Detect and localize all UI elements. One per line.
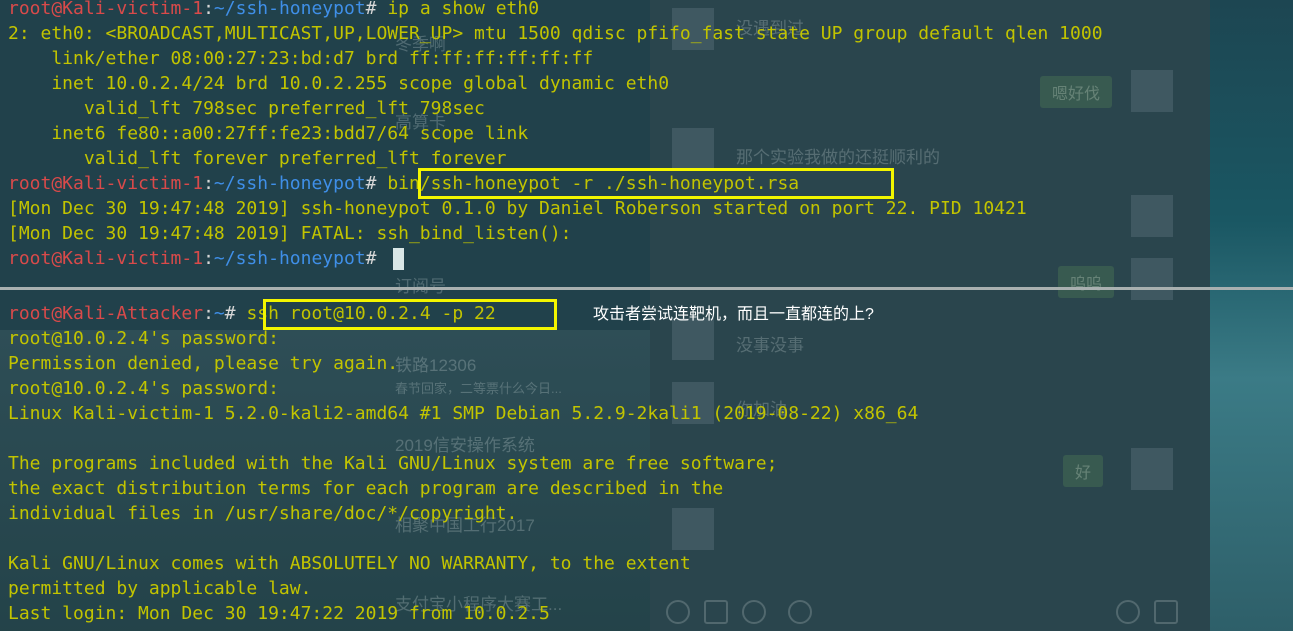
output-line: Last login: Mon Dec 30 19:47:22 2019 fro…: [8, 603, 550, 624]
output-line: link/ether 08:00:27:23:bd:d7 brd ff:ff:f…: [8, 48, 594, 69]
output-line: individual files in /usr/share/doc/*/cop…: [8, 503, 518, 524]
victim-terminal-pane[interactable]: root@Kali-victim-1:~/ssh-honeypot# ip a …: [0, 0, 1293, 284]
annotation-text: 攻击者尝试连靶机，而且一直都连的上?: [593, 306, 874, 323]
command-highlight-box: [418, 168, 894, 199]
prompt-hash: #: [224, 303, 236, 324]
output-line: [Mon Dec 30 19:47:48 2019] FATAL: ssh_bi…: [8, 223, 572, 244]
prompt-path: ~/ssh-honeypot: [213, 0, 366, 19]
terminal-window[interactable]: root@Kali-victim-1:~/ssh-honeypot# ip a …: [0, 0, 1293, 631]
prompt-path: ~/ssh-honeypot: [213, 173, 366, 194]
output-line: Linux Kali-victim-1 5.2.0-kali2-amd64 #1…: [8, 403, 919, 424]
prompt-hash: #: [365, 0, 377, 19]
prompt-user: root@Kali-victim-1: [8, 248, 204, 269]
pane-divider[interactable]: [0, 287, 1293, 290]
command-text: [376, 248, 387, 269]
output-line: Permission denied, please try again.: [8, 353, 399, 374]
prompt-path: ~: [213, 303, 225, 324]
command-highlight-box: [263, 299, 557, 330]
attacker-terminal-pane[interactable]: root@Kali-Attacker:~# ssh root@10.0.2.4 …: [0, 291, 1293, 631]
prompt-user: root@Kali-Attacker: [8, 303, 204, 324]
command-text: ip a show eth0: [376, 0, 540, 19]
prompt-path: ~/ssh-honeypot: [213, 248, 366, 269]
prompt-line: root@Kali-victim-1:~/ssh-honeypot# ip a …: [8, 0, 539, 21]
output-line: permitted by applicable law.: [8, 578, 312, 599]
output-line: valid_lft 798sec preferred_lft 798sec: [8, 98, 485, 119]
prompt-user: root@Kali-victim-1: [8, 0, 204, 19]
output-line: inet6 fe80::a00:27ff:fe23:bdd7/64 scope …: [8, 123, 529, 144]
output-line: root@10.0.2.4's password:: [8, 328, 279, 349]
output-line: Kali GNU/Linux comes with ABSOLUTELY NO …: [8, 553, 691, 574]
prompt-hash: #: [365, 248, 377, 269]
prompt-line: root@Kali-victim-1:~/ssh-honeypot#: [8, 246, 405, 271]
prompt-separator: :: [203, 173, 214, 194]
prompt-separator: :: [203, 303, 214, 324]
prompt-separator: :: [203, 248, 214, 269]
terminal-cursor: [393, 248, 405, 270]
prompt-hash: #: [365, 173, 377, 194]
prompt-user: root@Kali-victim-1: [8, 173, 204, 194]
output-line: root@10.0.2.4's password:: [8, 378, 279, 399]
output-line: inet 10.0.2.4/24 brd 10.0.2.255 scope gl…: [8, 73, 670, 94]
output-line: The programs included with the Kali GNU/…: [8, 453, 778, 474]
output-line: the exact distribution terms for each pr…: [8, 478, 724, 499]
output-line: [Mon Dec 30 19:47:48 2019] ssh-honeypot …: [8, 198, 1027, 219]
prompt-separator: :: [203, 0, 214, 19]
output-line: 2: eth0: <BROADCAST,MULTICAST,UP,LOWER_U…: [8, 23, 1103, 44]
